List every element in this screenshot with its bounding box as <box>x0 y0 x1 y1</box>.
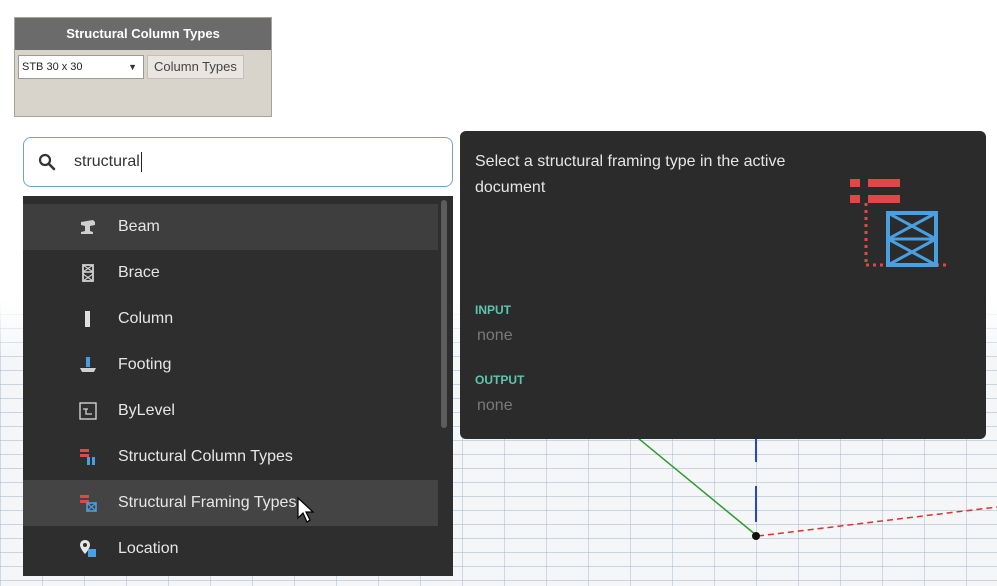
x-axis-line <box>757 506 997 537</box>
search-icon <box>38 153 56 171</box>
list-item-label: ByLevel <box>118 402 175 419</box>
chevron-down-icon: ▼ <box>128 62 137 72</box>
tooltip-description: Select a structural framing type in the … <box>475 153 786 196</box>
search-input[interactable]: structural <box>74 153 140 171</box>
list-item-bylevel[interactable]: ByLevel <box>23 388 438 434</box>
list-item-brace[interactable]: Brace <box>23 250 438 296</box>
structural-framing-types-icon <box>80 495 97 512</box>
list-item-label: Column <box>118 310 174 327</box>
structural-column-types-node[interactable]: Structural Column Types STB 30 x 30 ▼ Co… <box>14 17 272 117</box>
node-title[interactable]: Structural Column Types <box>15 18 271 50</box>
list-item-label: Structural Column Types <box>118 448 293 465</box>
location-icon <box>80 540 96 557</box>
list-item-column[interactable]: Column <box>23 296 438 342</box>
footing-icon <box>80 357 96 372</box>
list-item-label: Beam <box>118 218 160 235</box>
list-item-beam[interactable]: Beam <box>23 204 438 250</box>
dropdown-selected-value: STB 30 x 30 <box>22 61 83 73</box>
node-body: STB 30 x 30 ▼ Column Types <box>15 50 271 79</box>
list-item-structural-framing-types[interactable]: Structural Framing Types <box>23 480 438 526</box>
text-cursor <box>140 152 142 172</box>
column-icon <box>85 311 90 327</box>
mouse-cursor-icon <box>297 496 315 523</box>
input-value: none <box>477 327 513 344</box>
structural-column-types-icon <box>80 449 95 465</box>
structural-framing-types-icon <box>850 179 946 267</box>
node-tooltip: Select a structural framing type in the … <box>460 131 986 439</box>
search-results-list[interactable]: Beam Brace Column Footing ByLevel Struct… <box>23 196 453 576</box>
list-item-footing[interactable]: Footing <box>23 342 438 388</box>
output-label: OUTPUT <box>475 373 525 387</box>
input-label: INPUT <box>475 303 511 317</box>
list-item-label: Structural Framing Types <box>118 494 297 511</box>
list-item-location[interactable]: Location <box>23 526 438 572</box>
list-item-label: Location <box>118 540 179 557</box>
output-port[interactable]: Column Types <box>147 55 244 79</box>
brace-icon <box>82 264 94 282</box>
search-box[interactable]: structural <box>23 137 453 187</box>
column-type-dropdown[interactable]: STB 30 x 30 ▼ <box>18 55 144 79</box>
list-item-structural-column-types[interactable]: Structural Column Types <box>23 434 438 480</box>
beam-icon <box>81 220 95 234</box>
output-value: none <box>477 397 513 414</box>
origin-point <box>752 532 760 540</box>
by-level-icon <box>79 402 97 420</box>
results-scrollbar[interactable] <box>441 200 447 428</box>
list-item-label: Footing <box>118 356 172 373</box>
list-item-label: Brace <box>118 264 160 281</box>
